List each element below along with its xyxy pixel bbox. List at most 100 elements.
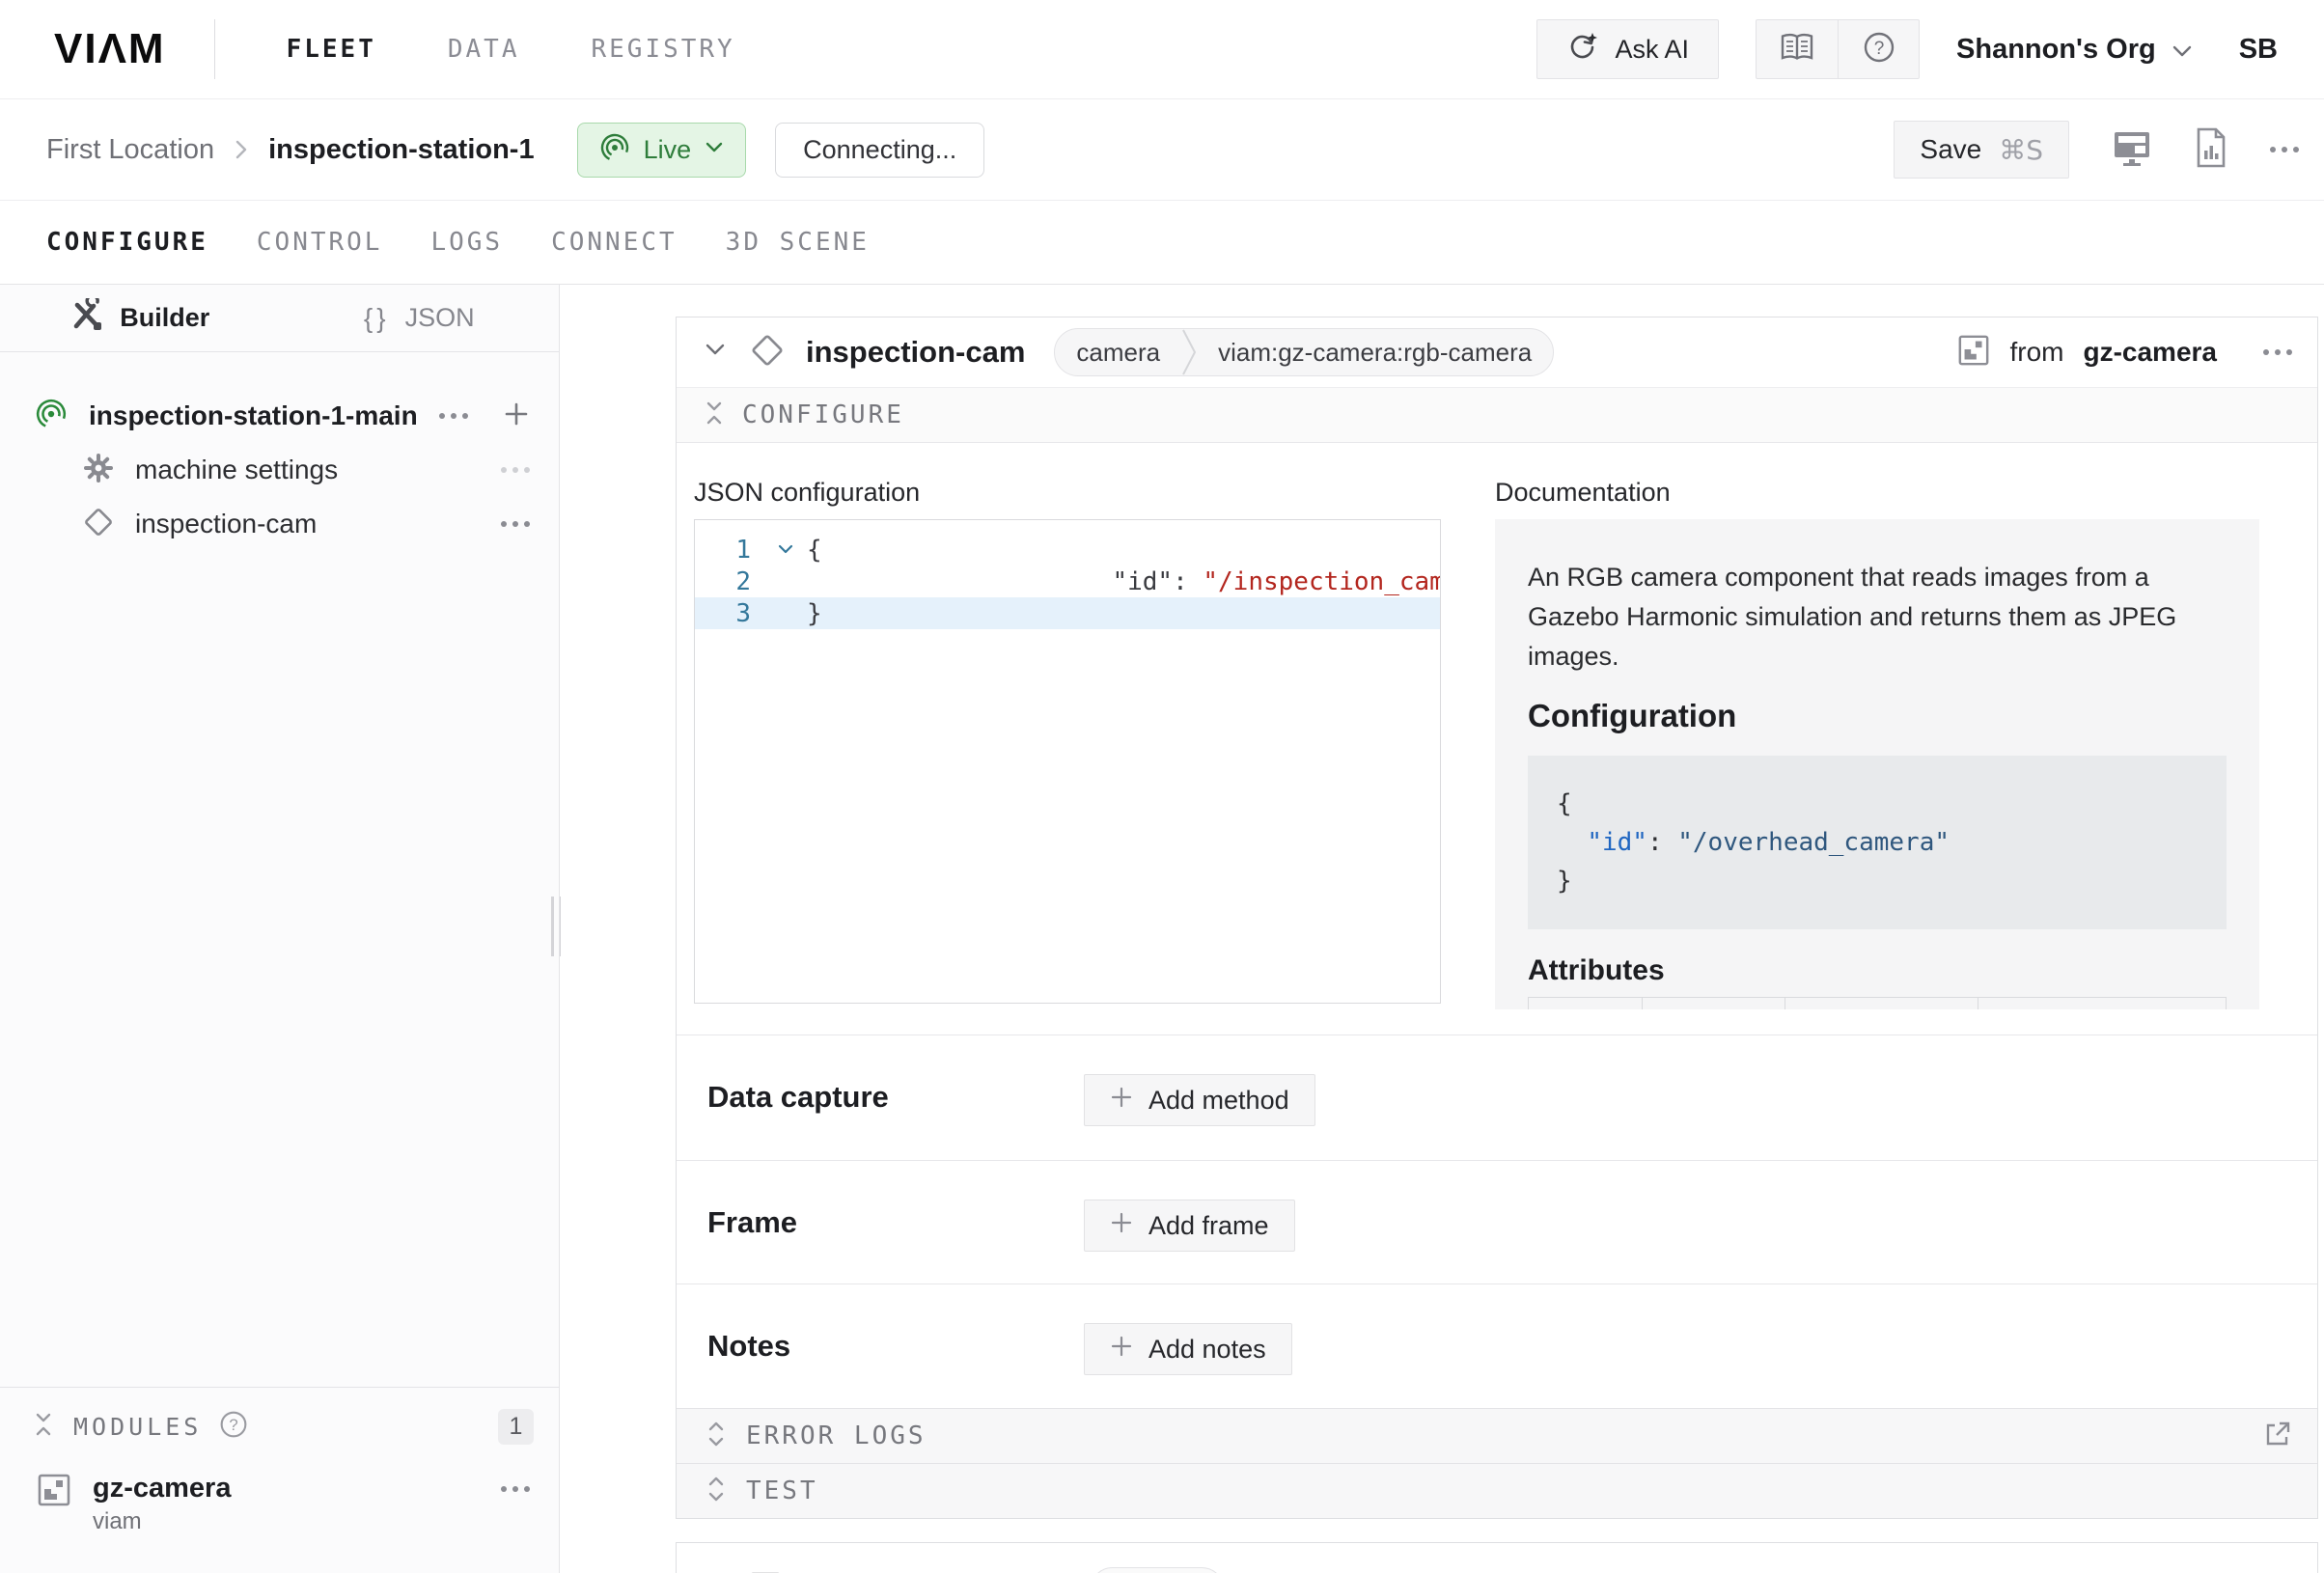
nav-data[interactable]: DATA — [448, 35, 520, 64]
attributes-table — [1528, 997, 2227, 1009]
module-menu-icon[interactable] — [501, 1486, 530, 1492]
more-options-icon[interactable] — [2270, 147, 2299, 152]
line-number: 1 — [695, 536, 764, 565]
machine-status-dropdown[interactable]: Live — [577, 123, 747, 178]
documentation-button[interactable] — [1757, 20, 1838, 78]
from-module-name[interactable]: gz-camera — [2083, 337, 2217, 368]
tree-item-machine-settings[interactable]: machine settings — [0, 443, 559, 497]
open-external-icon[interactable] — [2263, 1420, 2292, 1453]
component-diamond-icon — [83, 507, 114, 542]
gear-icon — [83, 453, 114, 488]
mode-builder[interactable]: Builder — [0, 285, 280, 351]
configure-section-bar[interactable]: CONFIGURE — [677, 387, 2317, 443]
tree-item-label: machine settings — [135, 455, 338, 485]
ask-ai-icon — [1566, 30, 1599, 69]
module-badge: module — [1090, 1567, 1224, 1573]
org-switcher[interactable]: Shannon's Org — [1956, 34, 2193, 66]
documentation-code-block: { "id": "/overhead_camera" } — [1528, 756, 2227, 929]
mode-json[interactable]: {} JSON — [280, 285, 560, 351]
viam-logo[interactable]: VIΛM — [54, 25, 166, 73]
machine-bar: First Location inspection-station-1 Live… — [0, 99, 2324, 201]
chevron-down-icon[interactable] — [704, 343, 727, 363]
svg-text:?: ? — [230, 1416, 238, 1434]
component-tree: inspection-station-1-main — [0, 352, 559, 551]
tab-logs[interactable]: LOGS — [430, 228, 503, 257]
expand-icon — [706, 1476, 727, 1507]
frame-title: Frame — [707, 1200, 1084, 1240]
question-circle-icon[interactable]: ? — [219, 1410, 248, 1444]
broadcast-icon — [599, 132, 630, 168]
nav-registry[interactable]: REGISTRY — [591, 35, 734, 64]
avatar[interactable]: SB — [2239, 34, 2278, 66]
tab-3d-scene[interactable]: 3D SCENE — [726, 228, 870, 257]
breadcrumb-location[interactable]: First Location — [46, 134, 214, 166]
help-button[interactable]: ? — [1838, 20, 1919, 78]
component-menu-icon[interactable] — [2263, 349, 2292, 355]
collapse-icon[interactable] — [33, 1412, 54, 1442]
documentation-panel[interactable]: An RGB camera component that reads image… — [1495, 519, 2259, 1009]
tree-root-name: inspection-station-1-main — [89, 400, 418, 431]
component-diamond-icon — [750, 333, 785, 373]
tree-root-part[interactable]: inspection-station-1-main — [0, 389, 559, 443]
component-name: inspection-cam — [806, 335, 1025, 370]
data-capture-title: Data capture — [707, 1074, 1084, 1115]
code-string: "/inspection_camera" — [1203, 567, 1441, 596]
add-frame-button[interactable]: Add frame — [1084, 1200, 1295, 1252]
json-editor[interactable]: 1 { 2 "id": "/inspection_camera" — [694, 519, 1441, 1004]
modules-section: MODULES ? 1 gz- — [0, 1387, 559, 1573]
modules-header: MODULES ? 1 — [0, 1388, 559, 1451]
monitor-icon[interactable] — [2112, 128, 2152, 172]
nav-fleet[interactable]: FLEET — [287, 35, 376, 64]
error-logs-label: ERROR LOGS — [746, 1421, 927, 1450]
module-icon — [37, 1473, 71, 1512]
add-component-icon[interactable] — [503, 400, 530, 432]
ask-ai-button[interactable]: Ask AI — [1536, 19, 1719, 79]
module-icon — [1957, 334, 1990, 372]
pill-divider — [1181, 328, 1197, 376]
item-menu-icon[interactable] — [501, 467, 530, 473]
config-sidebar: Builder {} JSON inspection-station-1-mai… — [0, 285, 560, 1573]
modules-count-badge: 1 — [498, 1409, 534, 1445]
module-name: gz-camera — [93, 1473, 231, 1504]
component-type-pill: camera viam:gz-camera:rgb-camera — [1054, 328, 1554, 376]
builder-label: Builder — [120, 303, 209, 333]
editor-line-2: 2 "id": "/inspection_camera" — [695, 566, 1440, 597]
tab-configure[interactable]: CONFIGURE — [46, 228, 208, 257]
tree-item-inspection-cam[interactable]: inspection-cam — [0, 497, 559, 551]
file-report-icon[interactable] — [2195, 127, 2227, 173]
save-button[interactable]: Save ⌘S — [1894, 121, 2069, 179]
modules-title: MODULES — [73, 1413, 202, 1441]
test-label: TEST — [746, 1476, 818, 1505]
notes-title: Notes — [707, 1323, 1084, 1364]
plus-icon — [1110, 1211, 1133, 1241]
item-menu-icon[interactable] — [501, 521, 530, 527]
add-method-button[interactable]: Add method — [1084, 1074, 1315, 1126]
org-name: Shannon's Org — [1956, 34, 2156, 66]
help-button-group: ? — [1756, 19, 1920, 79]
frame-section: Frame Add frame — [677, 1160, 2317, 1283]
fold-chevron-icon[interactable] — [764, 544, 807, 555]
module-list-item[interactable]: gz-camera viam — [0, 1451, 559, 1535]
save-shortcut: ⌘S — [1999, 134, 2043, 166]
json-config-label: JSON configuration — [694, 478, 1441, 508]
part-menu-icon[interactable] — [439, 413, 468, 419]
add-notes-button[interactable]: Add notes — [1084, 1323, 1292, 1375]
machine-tabs: CONFIGURE CONTROL LOGS CONNECT 3D SCENE — [0, 201, 2324, 285]
module-card-gz-camera: gz-camera by viam module Registry — [676, 1542, 2318, 1573]
tab-control[interactable]: CONTROL — [257, 228, 383, 257]
configure-bar-label: CONFIGURE — [742, 400, 904, 429]
error-logs-bar[interactable]: ERROR LOGS — [677, 1408, 2317, 1463]
question-circle-icon: ? — [1863, 31, 1895, 69]
chevron-down-icon — [2172, 34, 2193, 66]
collapse-icon — [704, 400, 725, 430]
divider — [214, 19, 215, 79]
doc-code-value: "/overhead_camera" — [1677, 828, 1950, 857]
notes-section: Notes Add notes — [677, 1283, 2317, 1408]
plus-icon — [1110, 1335, 1133, 1365]
ask-ai-label: Ask AI — [1615, 35, 1689, 65]
connection-status-button[interactable]: Connecting... — [775, 123, 984, 178]
tab-connect[interactable]: CONNECT — [551, 228, 678, 257]
chevron-right-icon — [234, 138, 249, 161]
test-bar[interactable]: TEST — [677, 1463, 2317, 1518]
top-bar-right: Ask AI ? — [1536, 19, 2295, 79]
